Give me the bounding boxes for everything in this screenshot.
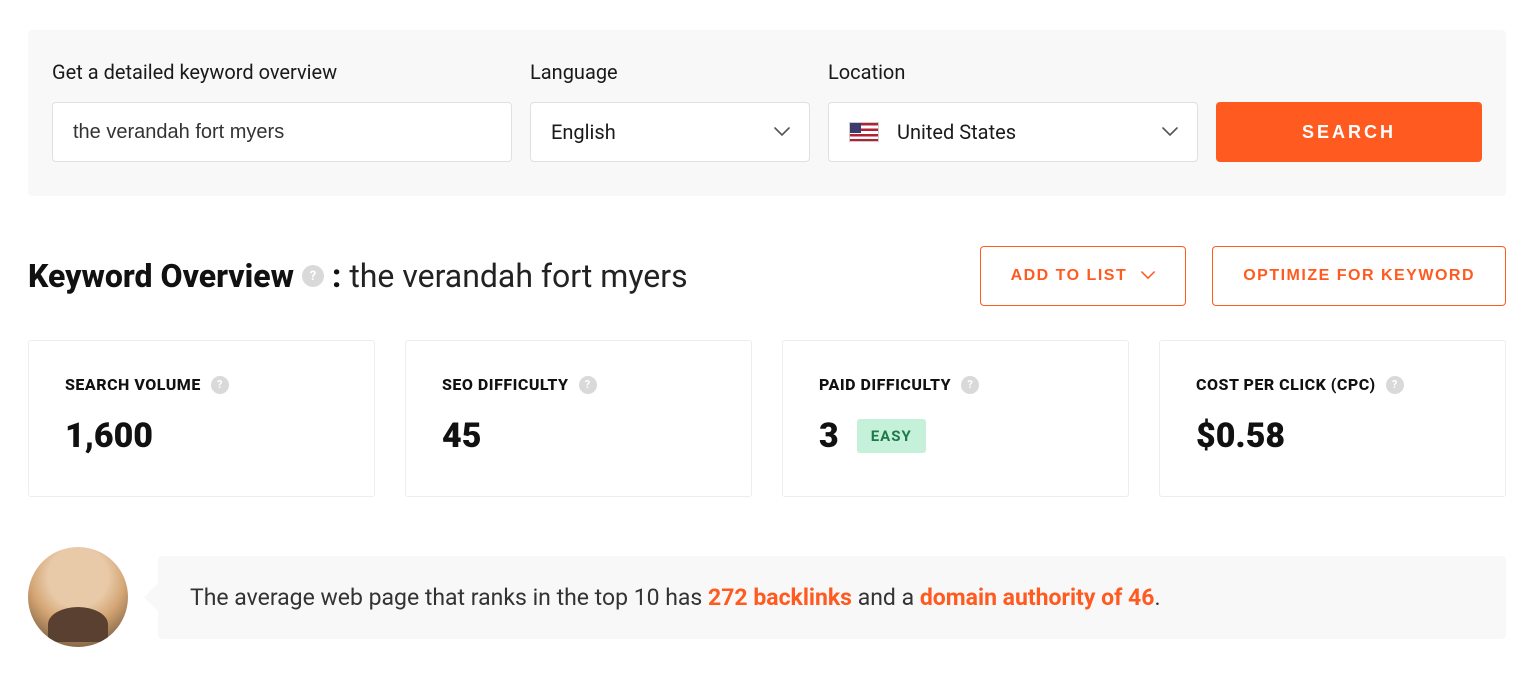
search-panel: Get a detailed keyword overview Language… (28, 30, 1506, 196)
metric-value: 3 (819, 416, 839, 456)
avatar (28, 547, 128, 647)
overview-title-sep: : (332, 257, 341, 295)
help-icon[interactable]: ? (579, 376, 597, 394)
insight-text: The average web page that ranks in the t… (158, 556, 1506, 639)
overview-header: Keyword Overview ? : the verandah fort m… (28, 246, 1506, 306)
metric-label: COST PER CLICK (CPC) (1196, 375, 1376, 394)
overview-title-keyword: the verandah fort myers (349, 257, 687, 295)
insight-mid: and a (852, 584, 920, 611)
optimize-button[interactable]: OPTIMIZE FOR KEYWORD (1212, 246, 1506, 306)
metrics-grid: SEARCH VOLUME ? 1,600 SEO DIFFICULTY ? 4… (28, 340, 1506, 497)
difficulty-badge: EASY (857, 419, 926, 453)
metric-value: 45 (442, 416, 481, 456)
metric-value: $0.58 (1196, 416, 1285, 456)
keyword-field-label: Get a detailed keyword overview (52, 60, 512, 84)
help-icon[interactable]: ? (302, 265, 324, 287)
metric-value: 1,600 (65, 416, 153, 456)
metric-label: SEO DIFFICULTY (442, 375, 569, 394)
keyword-field-group: Get a detailed keyword overview (52, 60, 512, 162)
language-select[interactable]: English (530, 102, 810, 162)
chevron-down-icon (773, 123, 791, 141)
overview-title: Keyword Overview ? : the verandah fort m… (28, 257, 688, 295)
language-field-group: Language English (530, 60, 810, 162)
metric-search-volume: SEARCH VOLUME ? 1,600 (28, 340, 375, 497)
insight-pre: The average web page that ranks in the t… (190, 584, 708, 611)
metric-paid-difficulty: PAID DIFFICULTY ? 3 EASY (782, 340, 1129, 497)
add-to-list-label: ADD TO LIST (1011, 267, 1128, 285)
metric-cpc: COST PER CLICK (CPC) ? $0.58 (1159, 340, 1506, 497)
overview-actions: ADD TO LIST OPTIMIZE FOR KEYWORD (980, 246, 1506, 306)
metric-label: SEARCH VOLUME (65, 375, 201, 394)
location-select-value: United States (897, 120, 1016, 144)
insight-post: . (1154, 584, 1160, 611)
help-icon[interactable]: ? (961, 376, 979, 394)
help-icon[interactable]: ? (211, 376, 229, 394)
language-field-label: Language (530, 60, 810, 84)
chevron-down-icon (1141, 267, 1155, 285)
help-icon[interactable]: ? (1386, 376, 1404, 394)
metric-label: PAID DIFFICULTY (819, 375, 951, 394)
keyword-input[interactable] (52, 102, 512, 162)
chevron-down-icon (1161, 123, 1179, 141)
location-field-group: Location United States (828, 60, 1198, 162)
search-button[interactable]: SEARCH (1216, 102, 1482, 162)
us-flag-icon (849, 122, 879, 142)
insight-authority: domain authority of 46 (920, 584, 1155, 611)
add-to-list-button[interactable]: ADD TO LIST (980, 246, 1187, 306)
overview-title-prefix: Keyword Overview (28, 257, 294, 295)
location-field-label: Location (828, 60, 1198, 84)
location-select[interactable]: United States (828, 102, 1198, 162)
insight-row: The average web page that ranks in the t… (28, 547, 1506, 647)
insight-backlinks: 272 backlinks (708, 584, 852, 611)
language-select-value: English (551, 120, 616, 144)
optimize-label: OPTIMIZE FOR KEYWORD (1243, 267, 1475, 285)
metric-seo-difficulty: SEO DIFFICULTY ? 45 (405, 340, 752, 497)
